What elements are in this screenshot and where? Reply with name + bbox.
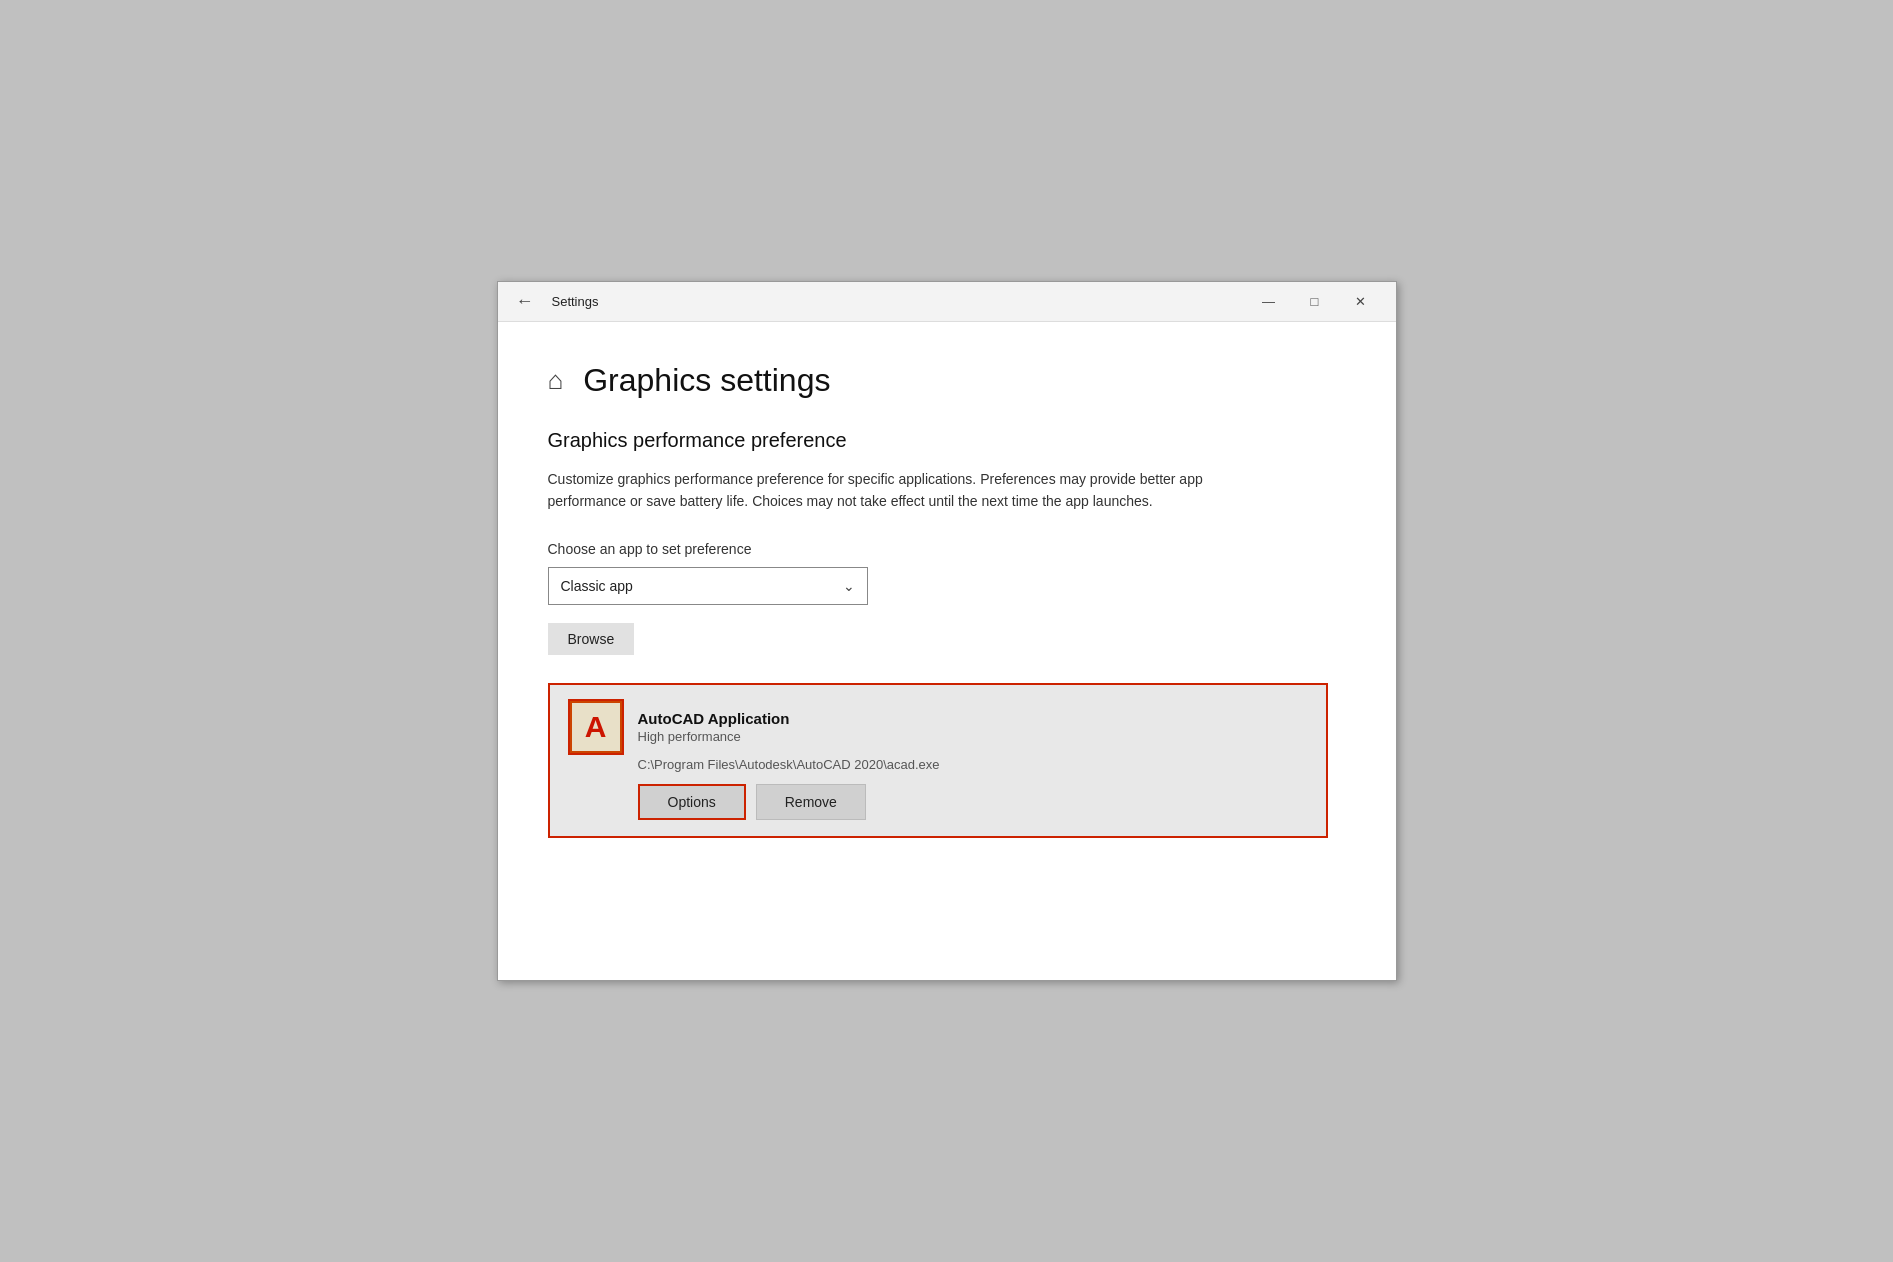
remove-button[interactable]: Remove [756,784,866,820]
app-name: AutoCAD Application [638,710,790,727]
description-text: Customize graphics performance preferenc… [548,468,1248,513]
page-header: ⌂ Graphics settings [548,362,1346,399]
choose-label: Choose an app to set preference [548,541,1346,557]
app-icon: A [570,701,622,753]
home-icon: ⌂ [548,365,564,396]
content-area: ⌂ Graphics settings Graphics performance… [498,322,1396,980]
app-info: AutoCAD Application High performance [638,710,790,744]
titlebar-title: Settings [552,294,599,309]
close-button[interactable]: ✕ [1338,287,1384,317]
app-type-dropdown[interactable]: Classic app ⌄ [548,567,868,605]
settings-window: ← Settings — □ ✕ ⌂ Graphics settings Gra… [497,281,1397,981]
back-button[interactable]: ← [510,287,540,316]
app-action-buttons: Options Remove [638,784,1306,820]
chevron-down-icon: ⌄ [843,578,855,594]
section-title: Graphics performance preference [548,429,1346,452]
app-type-dropdown-wrapper: Classic app ⌄ [548,567,1346,605]
app-path: C:\Program Files\Autodesk\AutoCAD 2020\a… [638,757,1306,772]
browse-button[interactable]: Browse [548,623,635,655]
maximize-button[interactable]: □ [1292,287,1338,317]
app-performance: High performance [638,729,790,744]
app-icon-letter: A [585,710,607,744]
app-list: A AutoCAD Application High performance C… [548,683,1328,838]
titlebar: ← Settings — □ ✕ [498,282,1396,322]
page-title: Graphics settings [583,362,830,399]
app-item-top: A AutoCAD Application High performance [570,701,1306,753]
minimize-button[interactable]: — [1246,287,1292,317]
app-list-item: A AutoCAD Application High performance C… [548,683,1328,838]
titlebar-controls: — □ ✕ [1246,287,1384,317]
dropdown-value: Classic app [561,578,633,594]
titlebar-left: ← Settings [510,287,599,316]
options-button[interactable]: Options [638,784,746,820]
